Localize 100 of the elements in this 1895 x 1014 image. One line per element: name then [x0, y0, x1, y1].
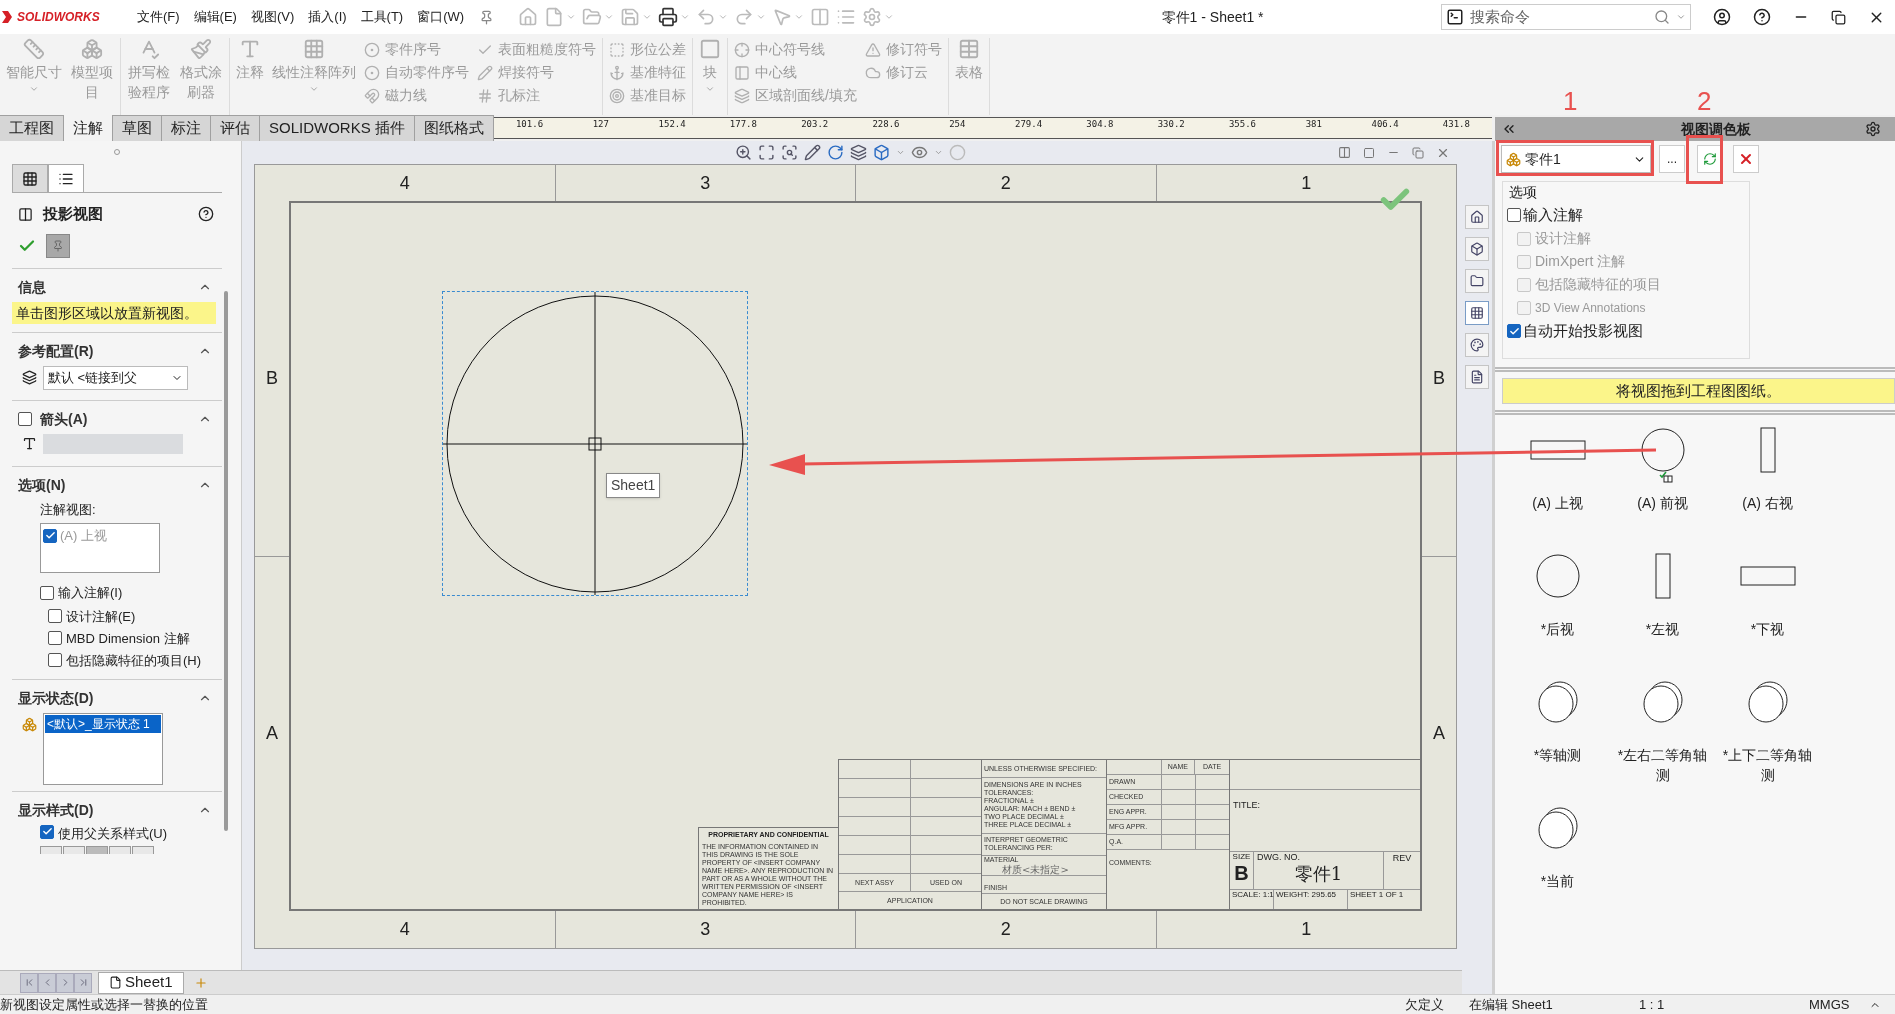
refresh-button[interactable]	[1697, 145, 1723, 173]
display-style-button[interactable]	[40, 845, 62, 854]
checkbox[interactable]	[48, 652, 62, 667]
caret-icon[interactable]	[934, 148, 943, 157]
menu-item[interactable]: 编辑(E)	[186, 7, 244, 27]
panel-tab[interactable]	[48, 164, 84, 192]
tile-icon[interactable]	[1338, 146, 1351, 159]
rotate-icon[interactable]	[827, 144, 844, 161]
layers-icon[interactable]	[850, 144, 867, 161]
configuration-dropdown[interactable]: 默认 <链接到父	[43, 365, 188, 390]
checkbox[interactable]	[43, 528, 57, 543]
menu-item[interactable]: 窗口(W)	[410, 7, 472, 27]
view-label[interactable]: *当前	[1507, 871, 1608, 891]
checkbox[interactable]	[1507, 208, 1521, 222]
display-style-button[interactable]	[132, 845, 154, 854]
list-item[interactable]: <默认>_显示状态 1	[45, 714, 161, 733]
task-pane-tab[interactable]	[1465, 205, 1489, 229]
checkbox[interactable]	[48, 630, 62, 645]
menu-item[interactable]: 视图(V)	[243, 7, 302, 27]
circle-view-drawing[interactable]	[1535, 554, 1580, 598]
panel-icon[interactable]	[810, 7, 831, 27]
search-input[interactable]: 搜索命令	[1470, 5, 1648, 29]
checkbox[interactable]	[40, 824, 54, 839]
task-pane-tab[interactable]	[1465, 301, 1489, 325]
search-icon[interactable]	[1654, 9, 1670, 25]
cube-icon[interactable]	[873, 144, 890, 161]
model-dropdown[interactable]: 零件1	[1501, 145, 1651, 173]
view-label[interactable]: (A) 前视	[1612, 493, 1713, 513]
close-button[interactable]	[1733, 145, 1759, 173]
print-icon[interactable]	[658, 7, 679, 27]
cascade-icon[interactable]	[1363, 146, 1375, 159]
view-label[interactable]: *等轴测	[1507, 745, 1608, 765]
view-label[interactable]: *左视	[1612, 619, 1713, 639]
task-pane-tab[interactable]	[1465, 237, 1489, 261]
save-icon[interactable]	[620, 7, 641, 27]
task-pane-tab[interactable]	[1465, 365, 1489, 389]
help-icon[interactable]	[198, 206, 214, 223]
disc-view-drawing[interactable]	[1642, 681, 1683, 723]
tab[interactable]: SOLIDWORKS 插件	[260, 115, 415, 141]
circle-view-drawing[interactable]	[1640, 428, 1685, 472]
part-icon	[1470, 242, 1484, 256]
display-style-button[interactable]	[109, 845, 131, 854]
zoom-fit-icon[interactable]	[758, 144, 775, 161]
task-pane-tab[interactable]	[1465, 269, 1489, 293]
view-label[interactable]: *后视	[1507, 619, 1608, 639]
home-icon[interactable]	[518, 7, 539, 27]
checkbox[interactable]	[48, 608, 62, 623]
tab[interactable]: 工程图	[0, 115, 64, 141]
menu-item[interactable]: 插入(I)	[301, 7, 354, 27]
tab[interactable]: 草图	[113, 115, 162, 141]
tall-rectangle-view-drawing[interactable]	[1654, 553, 1671, 599]
checkbox[interactable]	[1507, 324, 1521, 338]
pin-button[interactable]	[46, 233, 70, 258]
tab[interactable]: 标注	[162, 115, 211, 141]
search-box[interactable]: 搜索命令	[1441, 4, 1691, 30]
user-icon[interactable]	[1713, 8, 1731, 26]
open-folder-icon[interactable]	[582, 7, 603, 27]
disc-view-drawing[interactable]	[1537, 681, 1578, 723]
display-style-button[interactable]	[86, 845, 108, 854]
panel-tab[interactable]	[12, 164, 48, 192]
settings-icon[interactable]	[1865, 121, 1881, 137]
menu-item[interactable]: 文件(F)	[130, 7, 187, 27]
view-label[interactable]: (A) 上视	[1507, 493, 1608, 513]
new-file-icon[interactable]	[544, 7, 565, 27]
disc-view-drawing[interactable]	[1537, 807, 1578, 849]
caret-icon[interactable]	[1676, 12, 1686, 22]
sheet-nav-button[interactable]	[74, 972, 92, 993]
sheet-nav-button[interactable]	[20, 972, 38, 993]
tab[interactable]: 图纸格式	[414, 115, 494, 141]
ruler-label: 355.6	[1227, 118, 1257, 130]
disc-view-drawing[interactable]	[1747, 681, 1788, 723]
task-pane-tab[interactable]	[1465, 333, 1489, 357]
eye-icon[interactable]	[911, 144, 928, 161]
pencil-icon[interactable]	[804, 144, 821, 161]
menu-item[interactable]: 工具(T)	[353, 7, 411, 27]
zoom-area-icon[interactable]	[781, 144, 798, 161]
pin-icon[interactable]	[479, 9, 495, 25]
view-label[interactable]: (A) 右视	[1717, 493, 1818, 513]
pointer-icon[interactable]	[772, 7, 793, 27]
redo-icon[interactable]	[734, 7, 755, 27]
sheet-tab[interactable]: Sheet1	[98, 971, 184, 994]
terminal-icon	[1446, 8, 1464, 26]
checkbox[interactable]	[18, 412, 32, 426]
tall-rectangle-view-drawing[interactable]	[1759, 427, 1776, 473]
display-style-button[interactable]	[63, 845, 85, 854]
caret-icon[interactable]	[896, 148, 905, 157]
checkbox-label: 输入注解(I)	[58, 584, 123, 602]
view-selection-frame[interactable]: Sheet1	[442, 291, 748, 596]
wide-rectangle-view-drawing[interactable]	[1739, 566, 1796, 586]
wide-rectangle-view-drawing[interactable]	[1529, 440, 1586, 460]
view-label[interactable]: *上下二等角轴测	[1717, 745, 1818, 785]
help-icon[interactable]	[1753, 8, 1771, 26]
tab[interactable]: 评估	[211, 115, 260, 141]
restore-icon[interactable]	[1831, 9, 1846, 25]
zoom-icon[interactable]	[735, 144, 752, 161]
list-icon[interactable]	[836, 7, 857, 27]
view-label[interactable]: *左右二等角轴测	[1612, 745, 1713, 785]
checkbox[interactable]	[40, 585, 54, 600]
browse-button[interactable]: ...	[1659, 145, 1685, 173]
view-label[interactable]: *下视	[1717, 619, 1818, 639]
